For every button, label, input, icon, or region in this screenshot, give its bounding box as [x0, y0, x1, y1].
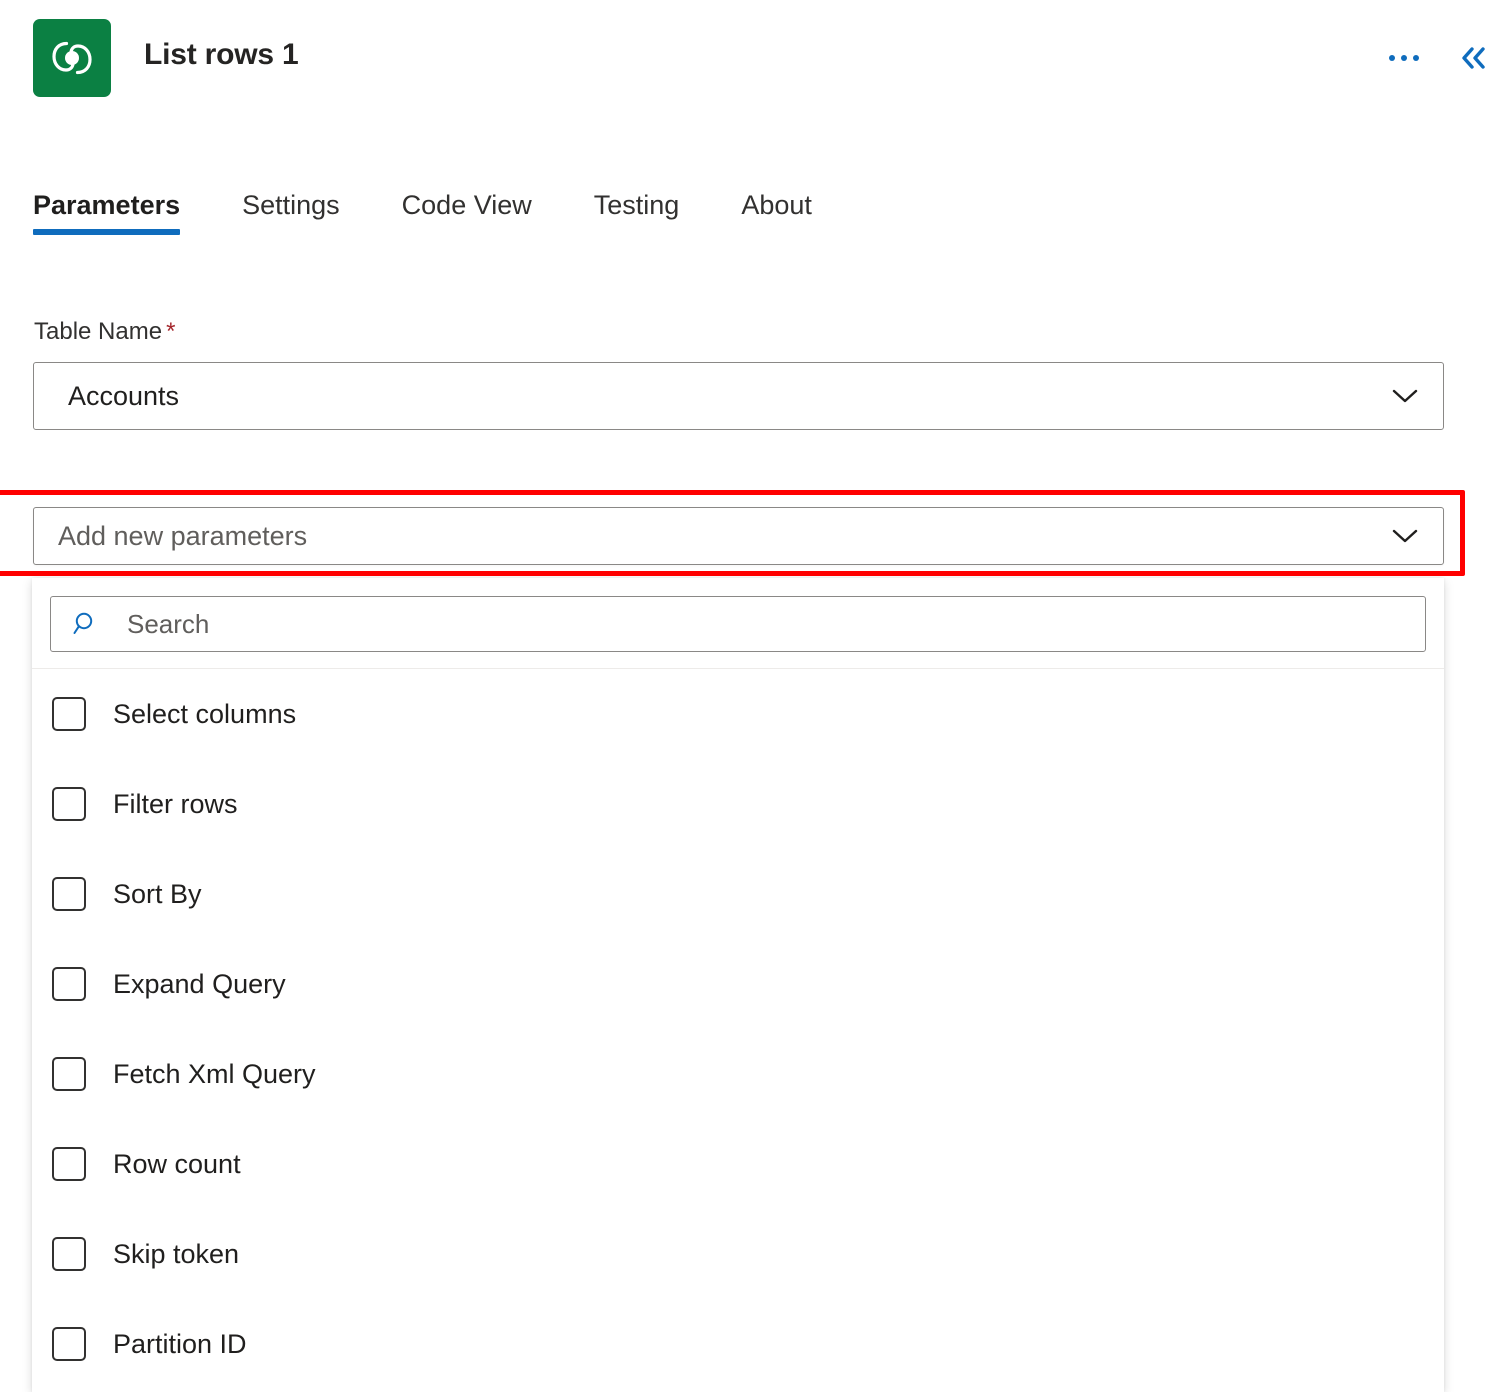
dataverse-connector-icon — [33, 19, 111, 97]
chevron-down-icon[interactable] — [1389, 520, 1421, 552]
checkbox-fetch-xml-query[interactable] — [52, 1057, 86, 1091]
search-icon — [71, 609, 101, 639]
list-item-label: Sort By — [113, 879, 202, 910]
list-item-label: Filter rows — [113, 789, 238, 820]
list-item-label: Skip token — [113, 1239, 239, 1270]
page-title: List rows 1 — [144, 38, 299, 72]
list-item-label: Select columns — [113, 699, 296, 730]
panel-header: List rows 1 — [0, 0, 1512, 120]
tab-code-view[interactable]: Code View — [402, 190, 532, 243]
list-item[interactable]: Filter rows — [32, 759, 1444, 849]
tab-settings[interactable]: Settings — [242, 190, 340, 243]
table-name-label-text: Table Name — [34, 318, 162, 345]
list-item[interactable]: Skip token — [32, 1209, 1444, 1299]
table-name-value: Accounts — [68, 381, 179, 412]
parameter-option-list: Select columns Filter rows Sort By Expan… — [32, 669, 1444, 1392]
list-item[interactable]: Partition ID — [32, 1299, 1444, 1389]
tab-testing-label: Testing — [594, 190, 680, 220]
add-new-parameters-combobox[interactable]: Add new parameters — [33, 507, 1444, 565]
add-new-parameters-placeholder: Add new parameters — [58, 521, 307, 552]
checkbox-partition-id[interactable] — [52, 1327, 86, 1361]
table-name-label: Table Name* — [34, 318, 175, 346]
required-asterisk: * — [166, 318, 175, 345]
tab-code-view-label: Code View — [402, 190, 532, 220]
dropdown-search-area — [32, 578, 1444, 668]
ellipsis-icon[interactable] — [1382, 38, 1426, 78]
table-name-combobox[interactable]: Accounts — [33, 362, 1444, 430]
list-item[interactable]: Sort By — [32, 849, 1444, 939]
tab-about-label: About — [741, 190, 812, 220]
list-item-label: Expand Query — [113, 969, 286, 1000]
checkbox-sort-by[interactable] — [52, 877, 86, 911]
tab-settings-label: Settings — [242, 190, 340, 220]
tab-parameters-label: Parameters — [33, 190, 180, 220]
list-item-label: Fetch Xml Query — [113, 1059, 316, 1090]
list-item-label: Partition ID — [113, 1329, 247, 1360]
tab-testing[interactable]: Testing — [594, 190, 680, 243]
checkbox-expand-query[interactable] — [52, 967, 86, 1001]
search-input[interactable] — [127, 609, 1387, 640]
list-item[interactable]: Fetch Xml Query — [32, 1029, 1444, 1119]
double-chevron-left-icon[interactable] — [1450, 36, 1496, 80]
tab-bar: Parameters Settings Code View Testing Ab… — [33, 190, 812, 262]
list-item[interactable]: Row count — [32, 1119, 1444, 1209]
add-new-parameters-dropdown-panel: Select columns Filter rows Sort By Expan… — [32, 578, 1444, 1392]
checkbox-select-columns[interactable] — [52, 697, 86, 731]
list-item[interactable]: Expand Query — [32, 939, 1444, 1029]
list-item[interactable]: Select columns — [32, 669, 1444, 759]
checkbox-filter-rows[interactable] — [52, 787, 86, 821]
list-item-label: Row count — [113, 1149, 241, 1180]
tab-about[interactable]: About — [741, 190, 812, 243]
tab-parameters[interactable]: Parameters — [33, 190, 180, 243]
search-box[interactable] — [50, 596, 1426, 652]
checkbox-skip-token[interactable] — [52, 1237, 86, 1271]
checkbox-row-count[interactable] — [52, 1147, 86, 1181]
chevron-down-icon[interactable] — [1389, 380, 1421, 412]
